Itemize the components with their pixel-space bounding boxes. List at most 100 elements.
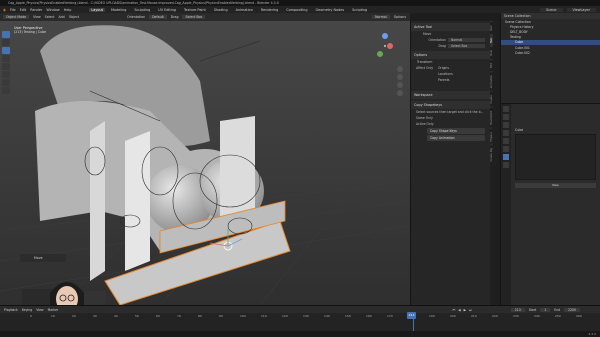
np-drag-value[interactable]: Select Box: [448, 44, 485, 48]
timeline-tick-label: 90: [219, 314, 223, 318]
select-tool-icon[interactable]: [2, 31, 10, 38]
copy-shape-keys-button[interactable]: Copy Shape Keys: [427, 128, 485, 134]
menu-select[interactable]: Select: [45, 15, 55, 19]
view-menu[interactable]: View: [36, 308, 43, 312]
end-label: End: [554, 307, 561, 312]
active-tool-header[interactable]: Active Tool: [411, 23, 490, 31]
menu-help[interactable]: Help: [64, 8, 72, 12]
viewport-overlay-object: (213) Testing | Cube: [14, 30, 47, 34]
menu-render[interactable]: Render: [30, 8, 42, 12]
rotate-tool-icon[interactable]: [2, 55, 10, 62]
outliner: Scene Collection Scene Collection Physics…: [500, 13, 600, 103]
tab-physics[interactable]: Physics: [490, 127, 493, 145]
tab-blenderkit[interactable]: BlenderKit: [490, 107, 493, 128]
tab-layout[interactable]: Layout: [89, 7, 105, 12]
timeline-tick-label: 30: [93, 314, 97, 318]
tab-tool[interactable]: Tool: [490, 33, 493, 46]
orientation-label: Orientation: [127, 15, 146, 19]
tab-animation-side[interactable]: Animation: [490, 71, 493, 92]
menu-add[interactable]: Add: [59, 15, 65, 19]
menu-file[interactable]: File: [10, 8, 16, 12]
mode-selector[interactable]: Object Mode: [3, 15, 30, 19]
tab-shading[interactable]: Shading: [212, 8, 230, 12]
tab-geometry-nodes[interactable]: Geometry Nodes: [314, 8, 347, 12]
tab-texture-paint[interactable]: Texture Paint: [182, 8, 208, 12]
active-only-checkbox[interactable]: Active Only: [411, 121, 490, 127]
timeline-tick-label: 40: [114, 314, 118, 318]
tab-scripting[interactable]: Scripting: [350, 8, 369, 12]
current-frame-field[interactable]: 213: [510, 307, 525, 312]
menu-object[interactable]: Object: [69, 15, 79, 19]
parents-checkbox[interactable]: Parents: [411, 77, 490, 83]
timeline-tick-label: 150: [345, 314, 351, 318]
end-field[interactable]: 2200: [564, 307, 580, 312]
origins-checkbox[interactable]: Origins: [438, 66, 449, 70]
start-field[interactable]: 1: [540, 307, 551, 312]
timeline-tick-label: 260: [576, 314, 582, 318]
scene-props-icon[interactable]: [503, 130, 509, 136]
keying-menu[interactable]: Keying: [22, 308, 32, 312]
move-tool-icon[interactable]: [2, 47, 10, 54]
marker-menu[interactable]: Marker: [48, 308, 59, 312]
play-controls[interactable]: ⏮ ◀ ▶ ⏭: [453, 308, 473, 312]
sidebar-n-panel: Active Tool Move Orientation Normal Drag S…: [410, 21, 490, 305]
last-operator-panel[interactable]: Move: [20, 254, 66, 262]
drag-selector[interactable]: Select Box: [182, 15, 206, 19]
measure-tool-icon[interactable]: [2, 87, 10, 94]
timeline-tick-label: 200: [450, 314, 456, 318]
shape-keys-list[interactable]: [515, 134, 596, 180]
menu-edit[interactable]: Edit: [20, 8, 27, 12]
tab-item[interactable]: Item: [490, 21, 493, 34]
copy-shapekeys-header[interactable]: Copy Shapekeys: [411, 101, 490, 109]
menu-window[interactable]: Window: [46, 8, 59, 12]
object-props-icon[interactable]: [503, 138, 509, 144]
tab-create-rig[interactable]: Create Rig: [490, 144, 493, 165]
timeline-tick-label: 190: [429, 314, 435, 318]
copy-animation-button[interactable]: Copy Animation: [427, 135, 485, 141]
options-header[interactable]: Options: [411, 51, 490, 59]
transform-tool-icon[interactable]: [2, 71, 10, 78]
tab-edit[interactable]: Edit: [490, 59, 493, 72]
timeline-playhead[interactable]: 213: [407, 312, 416, 319]
tab-rendering[interactable]: Rendering: [259, 8, 280, 12]
tab-compositing[interactable]: Compositing: [284, 8, 309, 12]
tab-uv-editing[interactable]: UV Editing: [156, 8, 178, 12]
playback-menu[interactable]: Playback: [4, 308, 18, 312]
blender-logo-icon[interactable]: ◉: [3, 8, 6, 12]
material-props-icon[interactable]: [503, 162, 509, 168]
properties-tabs: [501, 104, 511, 306]
options-menu[interactable]: Options: [394, 15, 406, 19]
render-props-icon[interactable]: [503, 114, 509, 120]
cursor-tool-icon[interactable]: [2, 39, 10, 46]
viewlayer-selector[interactable]: ViewLayer: [566, 7, 596, 12]
output-props-icon[interactable]: [503, 122, 509, 128]
timeline-ruler[interactable]: 0 10 20 30 40 50 60 70 80 90 100 110 120 130 140 150 160…: [30, 313, 600, 319]
annotate-tool-icon[interactable]: [2, 79, 10, 86]
scale-tool-icon[interactable]: [2, 63, 10, 70]
new-button[interactable]: New: [515, 183, 596, 188]
tab-view[interactable]: View: [490, 45, 493, 60]
affect-only-label: Affect Only: [416, 66, 434, 70]
timeline-tick-label: 140: [324, 314, 330, 318]
timeline-tick-label: 10: [51, 314, 55, 318]
tab-create[interactable]: Create: [490, 91, 493, 107]
workspace-header[interactable]: Workspace: [411, 91, 490, 99]
last-operator-label: Move: [34, 256, 43, 260]
tab-sculpting[interactable]: Sculpting: [132, 8, 152, 12]
tool-props-icon[interactable]: [503, 106, 509, 112]
timeline-tick-label: 130: [303, 314, 309, 318]
box-pillar-mid: [125, 131, 150, 271]
outliner-item[interactable]: Cube.002: [501, 50, 600, 55]
pivot-selector[interactable]: Normal: [372, 15, 390, 19]
timeline-tick-label: 250: [555, 314, 561, 318]
menu-view[interactable]: View: [33, 15, 41, 19]
tab-animation[interactable]: Animation: [234, 8, 255, 12]
modifier-props-icon[interactable]: [503, 146, 509, 152]
tab-modeling[interactable]: Modeling: [109, 8, 128, 12]
3d-viewport[interactable]: User Perspective (213) Testing | Cube Mo…: [0, 21, 410, 305]
np-orientation-value[interactable]: Normal: [448, 38, 485, 42]
timeline-tick-label: 70: [177, 314, 181, 318]
scene-selector[interactable]: Scene: [540, 7, 563, 12]
orientation-selector[interactable]: Default: [149, 15, 167, 19]
data-props-icon[interactable]: [503, 154, 509, 160]
